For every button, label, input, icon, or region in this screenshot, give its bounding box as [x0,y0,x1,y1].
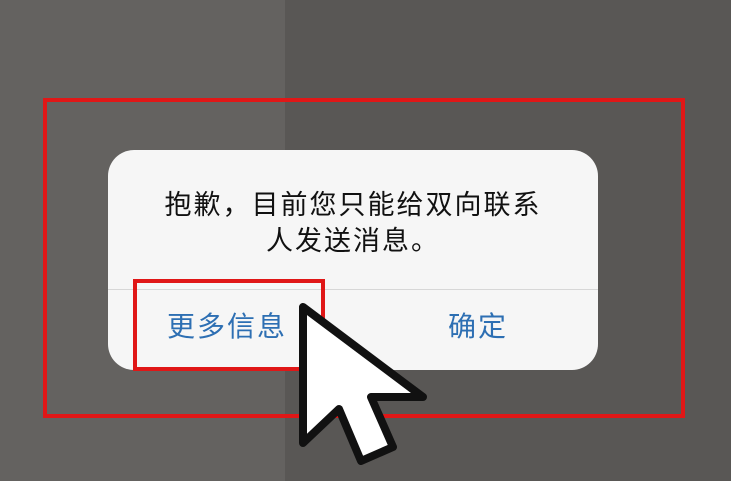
dialog-divider [108,289,598,290]
dialog-message: 抱歉，目前您只能给双向联系 人发送消息。 [164,190,542,257]
screenshot-stage: 抱歉，目前您只能给双向联系 人发送消息。 更多信息 确定 [0,0,731,481]
ok-button[interactable]: 确定 [398,301,558,353]
more-info-button[interactable]: 更多信息 [132,301,322,353]
alert-dialog: 抱歉，目前您只能给双向联系 人发送消息。 更多信息 确定 [108,150,598,370]
